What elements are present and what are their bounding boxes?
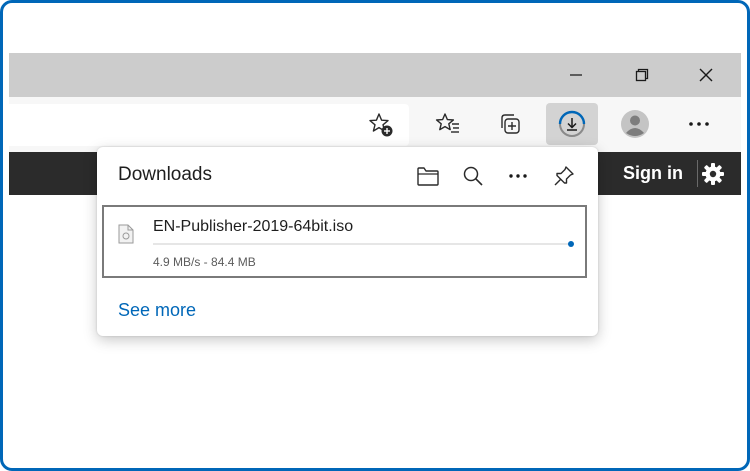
- downloads-title: Downloads: [118, 164, 212, 185]
- profile-icon: [621, 110, 649, 138]
- search-icon: [463, 166, 483, 186]
- close-icon: [699, 68, 713, 82]
- header-divider: [697, 160, 698, 187]
- more-button[interactable]: [677, 103, 721, 145]
- minimize-button[interactable]: [545, 53, 607, 97]
- sign-in-link[interactable]: Sign in: [623, 152, 683, 195]
- favorites-icon: [435, 113, 459, 133]
- settings-button[interactable]: [699, 160, 727, 188]
- add-favorite-icon: [369, 113, 393, 137]
- favorites-button[interactable]: [426, 103, 470, 145]
- title-bar: [9, 53, 741, 97]
- search-downloads-button[interactable]: [456, 159, 490, 193]
- see-more-link[interactable]: See more: [118, 300, 196, 321]
- restore-icon: [635, 68, 649, 82]
- download-progress-bar: [153, 243, 571, 245]
- downloads-flyout: Downloads EN-Publisher-2019-64bit.iso 4.…: [97, 147, 598, 336]
- collections-button[interactable]: [488, 103, 532, 145]
- download-progress-indicator: [568, 241, 574, 247]
- download-filename[interactable]: EN-Publisher-2019-64bit.iso: [153, 218, 353, 236]
- download-status: 4.9 MB/s - 84.4 MB: [153, 255, 256, 269]
- gear-icon: [702, 163, 724, 185]
- add-favorite-button[interactable]: [359, 104, 403, 146]
- restore-button[interactable]: [611, 53, 673, 97]
- download-item[interactable]: EN-Publisher-2019-64bit.iso 4.9 MB/s - 8…: [102, 205, 587, 278]
- more-icon: [689, 122, 709, 126]
- window-frame: Sign in Downloads EN-Publisher-2019-64bi…: [0, 0, 750, 471]
- folder-icon: [417, 167, 439, 186]
- downloads-more-options-button[interactable]: [501, 159, 535, 193]
- pin-icon: [554, 166, 574, 186]
- address-bar[interactable]: [9, 104, 409, 146]
- close-button[interactable]: [675, 53, 737, 97]
- profile-button[interactable]: [613, 103, 657, 145]
- more-icon: [509, 174, 527, 178]
- collections-icon: [501, 114, 520, 134]
- browser-toolbar: [9, 97, 741, 152]
- pin-flyout-button[interactable]: [547, 159, 581, 193]
- downloads-button[interactable]: [546, 103, 598, 145]
- downloads-icon: [558, 110, 586, 137]
- minimize-icon: [570, 74, 582, 76]
- file-icon: [118, 224, 134, 249]
- open-folder-button[interactable]: [411, 159, 445, 193]
